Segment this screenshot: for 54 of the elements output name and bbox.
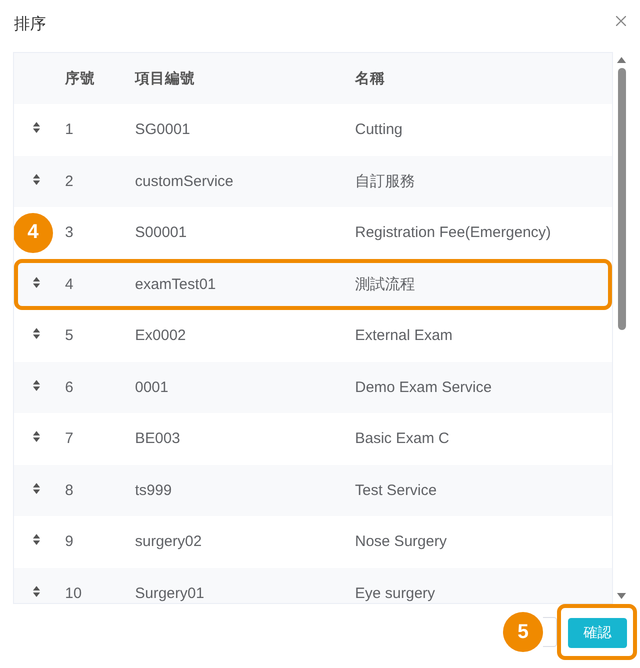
sort-handle-icon[interactable] [33, 482, 40, 494]
step-badge: 5 [503, 612, 543, 652]
table-cell-text: SG0001 [135, 121, 192, 138]
sort-handle-icon[interactable] [33, 380, 40, 391]
table-cell-text: 9 [64, 533, 74, 550]
table-cell-text: 6 [64, 378, 74, 396]
sort-handle-icon[interactable] [33, 328, 40, 340]
scroll-down-icon[interactable] [617, 593, 626, 599]
scroll-up-icon[interactable] [617, 57, 626, 63]
table-row[interactable]: 6 0001 Demo Exam Service [14, 362, 612, 413]
table-cell-text: Nose Surgery [355, 533, 448, 550]
step-badge: 4 [14, 212, 53, 253]
dialog-title: 排序 [14, 15, 46, 35]
table-cell-text: 3 [64, 224, 74, 242]
table-cell-text: Cutting [355, 121, 404, 138]
table-row[interactable]: 2 customService 自訂服務 [14, 156, 612, 207]
table-cell-text: Test Service [355, 482, 438, 499]
sort-handle-icon[interactable] [33, 586, 40, 597]
sort-handle-icon[interactable] [33, 174, 40, 185]
column-header: 項目編號 [135, 70, 196, 88]
table-cell-text: 0001 [135, 378, 170, 396]
table-cell-text: Surgery01 [135, 584, 206, 602]
scrollbar-thumb[interactable] [618, 68, 626, 330]
table-cell-text: examTest01 [135, 276, 217, 293]
sort-handle-icon[interactable] [33, 431, 40, 442]
sort-handle-icon[interactable] [33, 122, 40, 134]
table-cell-text: BE003 [135, 430, 182, 448]
table-cell-text: customService [135, 172, 234, 190]
table-row[interactable]: 4 examTest01 測試流程 [14, 258, 612, 310]
column-header: 名稱 [355, 70, 386, 88]
close-icon[interactable] [616, 16, 626, 26]
table-cell-text: 4 [64, 276, 74, 293]
table-row[interactable]: 8 ts999 Test Service [14, 464, 612, 516]
table-cell-text: 測試流程 [355, 274, 416, 294]
table-cell-text: ts999 [135, 482, 173, 499]
table-cell-text: 1 [64, 121, 74, 138]
sort-handle-icon[interactable] [33, 534, 40, 546]
table-cell-text: Ex0002 [135, 327, 187, 344]
table-cell-text: 2 [64, 172, 74, 190]
column-header: 序號 [64, 70, 96, 88]
table-cell-text: 8 [64, 482, 74, 499]
table-cell-text: 5 [64, 327, 74, 344]
table-cell-text: External Exam [355, 327, 454, 344]
table-cell-text: 10 [64, 584, 83, 602]
table-cell-text: 7 [64, 430, 74, 448]
table-cell-text: Demo Exam Service [355, 378, 493, 396]
table-cell-text: S00001 [135, 224, 188, 242]
sort-handle-icon[interactable] [33, 276, 40, 288]
table-cell-text: Registration Fee(Emergency) [355, 224, 552, 242]
table-cell-text: surgery02 [135, 533, 203, 550]
table-cell-text: Basic Exam C [355, 430, 450, 448]
table-row[interactable]: 10 Surgery01 Eye surgery [14, 568, 612, 603]
table-cell-text: 自訂服務 [355, 172, 416, 191]
table-cell-text: Eye surgery [355, 584, 436, 602]
